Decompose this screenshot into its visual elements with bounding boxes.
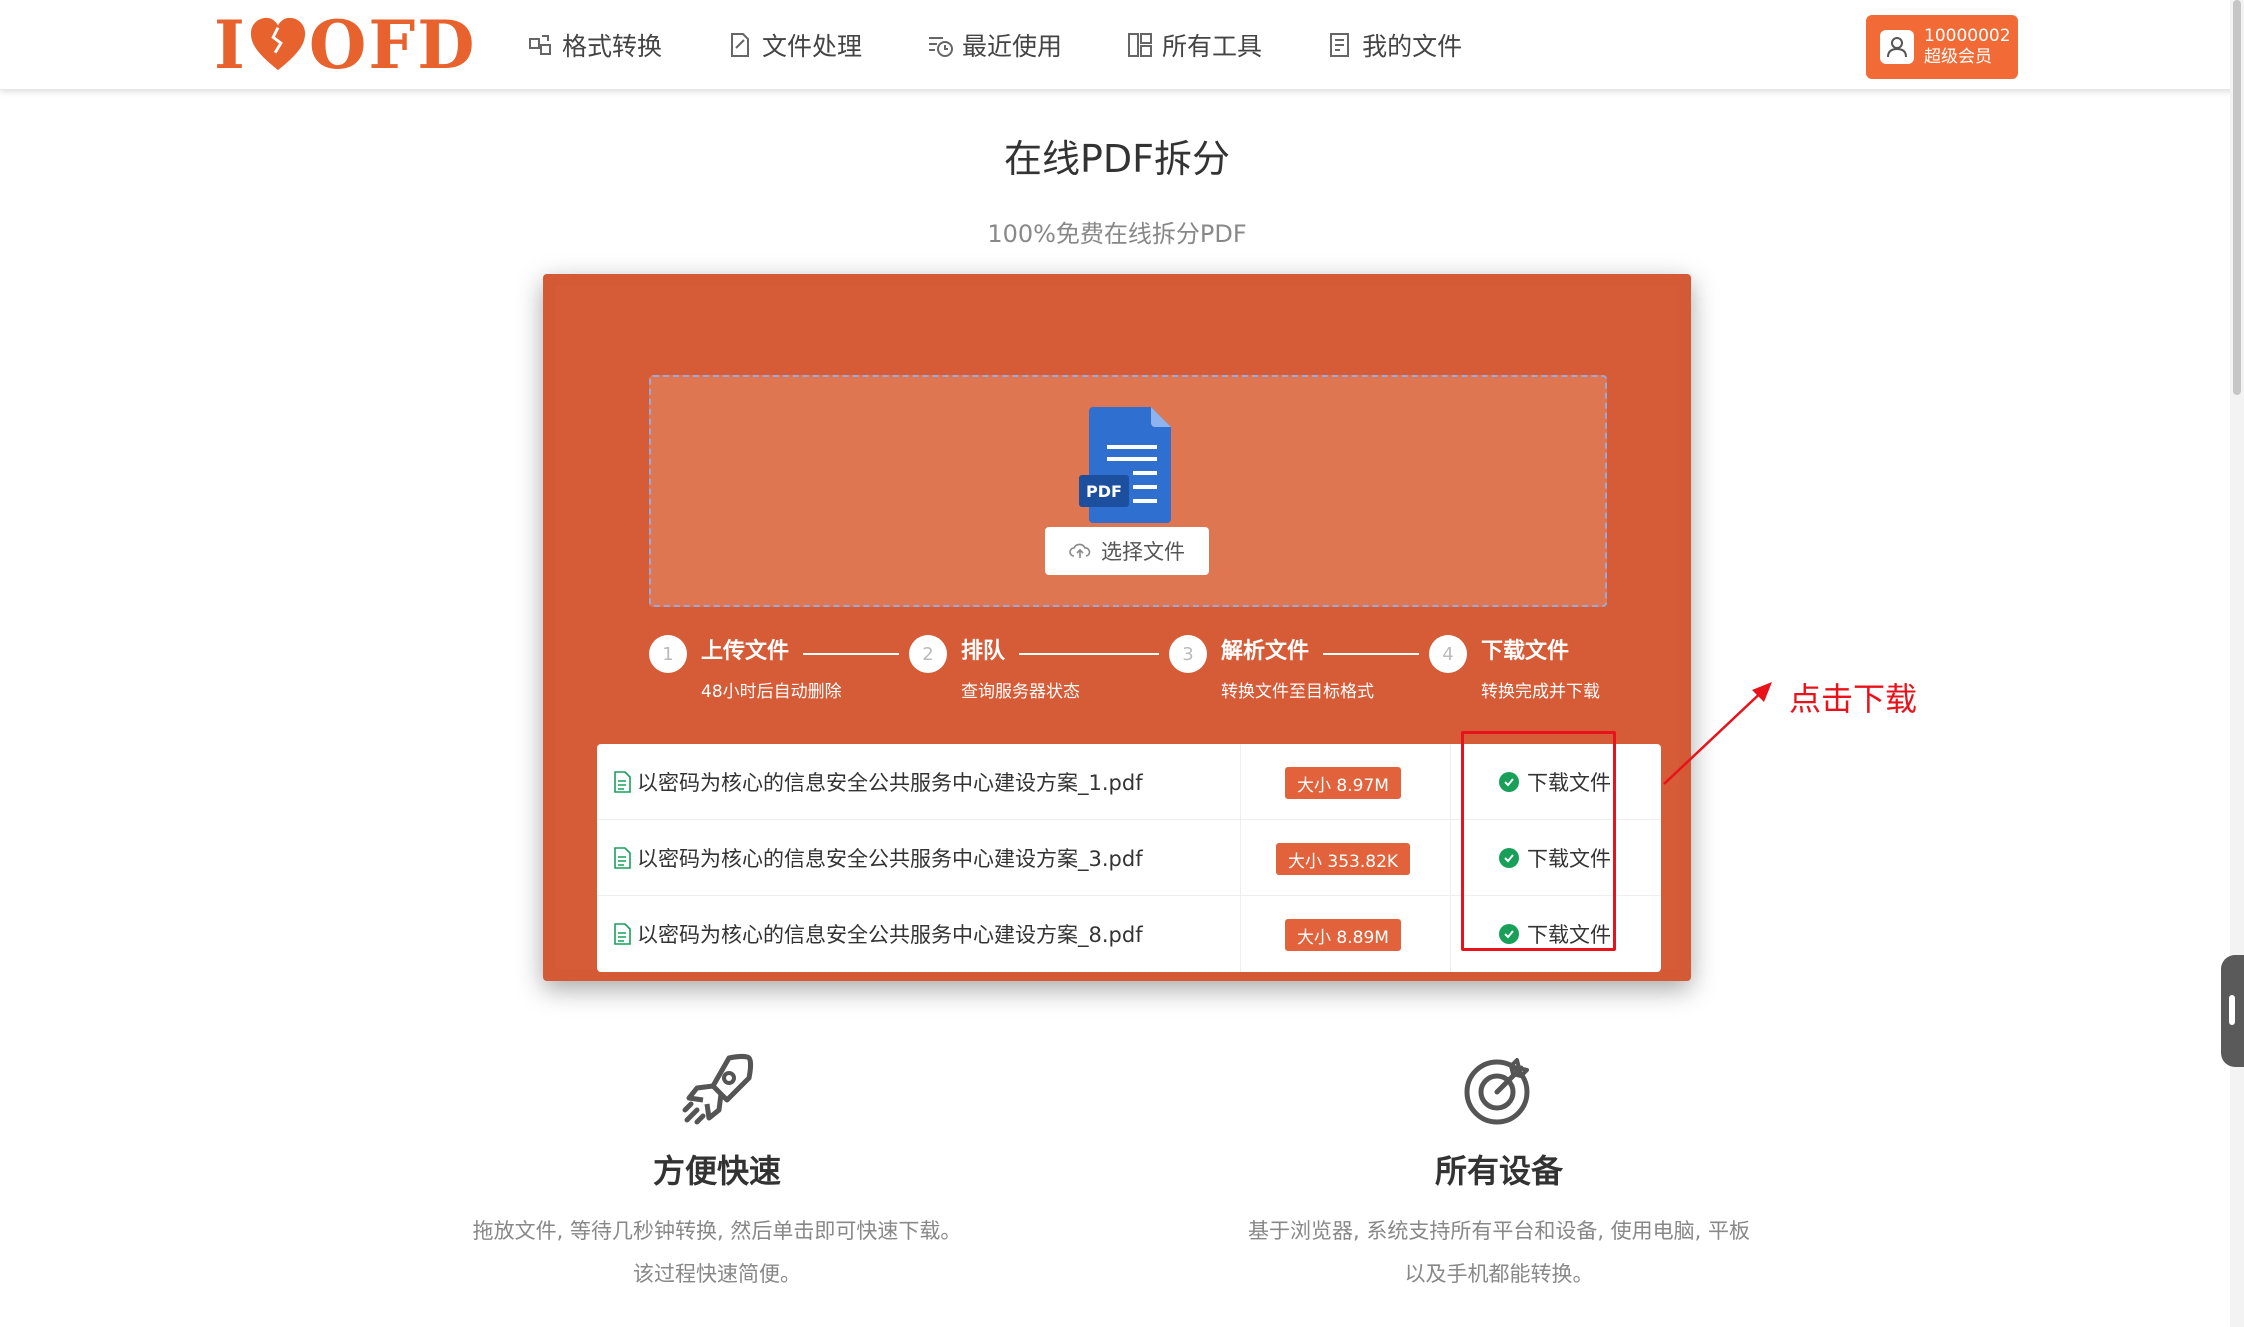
- file-size-badge: 大小 353.82K: [1276, 843, 1411, 875]
- step-title: 解析文件: [1221, 639, 1310, 664]
- step-title: 排队: [961, 639, 1006, 664]
- nav-label: 文件处理: [762, 32, 863, 61]
- step-download: 4 下载文件 转换完成并下载: [1429, 633, 1609, 713]
- file-size-badge: 大小 8.97M: [1285, 767, 1401, 799]
- nav-format-convert[interactable]: 格式转换: [526, 27, 662, 63]
- user-id: 10000002: [1924, 26, 2011, 46]
- site-logo[interactable]: I OFD: [214, 10, 476, 80]
- side-drawer-handle[interactable]: [2221, 955, 2244, 1067]
- file-edit-icon: [731, 33, 750, 57]
- rocket-icon: [682, 1054, 753, 1125]
- feature-all-devices: 所有设备 基于浏览器, 系统支持所有平台和设备, 使用电脑, 平板 以及手机都能…: [1212, 1050, 1786, 1296]
- step-connector: [803, 653, 899, 655]
- nav-all-tools[interactable]: 所有工具: [1126, 27, 1262, 63]
- nav-label: 格式转换: [562, 32, 663, 61]
- user-account-button[interactable]: 10000002 超级会员: [1866, 15, 2018, 79]
- annotation-arrow-icon: [1663, 682, 1772, 785]
- nav-label: 我的文件: [1362, 32, 1463, 61]
- main-nav: 格式转换 文件处理 最近使用 所有工具 我的文件: [526, 24, 1526, 66]
- feature-title: 所有设备: [1434, 1152, 1563, 1190]
- step-connector: [1323, 653, 1419, 655]
- annotation-text: 点击下载: [1789, 680, 1918, 718]
- feature-desc: 拖放文件, 等待几秒钟转换, 然后单击即可快速下载。 该过程快速简便。: [472, 1219, 962, 1286]
- step-number: 2: [909, 635, 947, 673]
- target-icon: [1464, 1058, 1530, 1125]
- document-icon: [614, 847, 631, 869]
- nav-my-files[interactable]: 我的文件: [1326, 27, 1462, 63]
- step-title: 上传文件: [701, 639, 790, 664]
- file-name: 以密码为核心的信息安全公共服务中心建设方案_1.pdf: [613, 744, 1143, 820]
- feature-title: 方便快速: [652, 1152, 781, 1190]
- progress-steps: 1 上传文件 48小时后自动删除 2 排队 查询服务器状态 3 解析文件 转换文…: [649, 633, 1609, 713]
- feature-fast: 方便快速 拖放文件, 等待几秒钟转换, 然后单击即可快速下载。 该过程快速简便。: [430, 1050, 1004, 1296]
- file-name: 以密码为核心的信息安全公共服务中心建设方案_3.pdf: [613, 820, 1143, 896]
- download-highlight-box: [1461, 731, 1616, 951]
- recent-icon: [929, 37, 954, 57]
- step-desc: 转换文件至目标格式: [1221, 682, 1374, 702]
- document-icon: [614, 923, 631, 945]
- page-title: 在线PDF拆分: [1003, 137, 1231, 181]
- step-desc: 48小时后自动删除: [701, 682, 842, 702]
- user-info: 10000002 超级会员: [1924, 26, 2011, 68]
- file-dropzone[interactable]: PDF 选择文件: [649, 375, 1607, 607]
- choose-file-button[interactable]: 选择文件: [1045, 527, 1209, 575]
- user-avatar-icon: [1880, 30, 1914, 64]
- file-size-badge: 大小 8.89M: [1285, 919, 1401, 951]
- page-scrollbar[interactable]: [2230, 0, 2244, 1327]
- step-title: 下载文件: [1481, 639, 1570, 664]
- step-upload: 1 上传文件 48小时后自动删除: [649, 633, 909, 713]
- user-level: 超级会员: [1924, 47, 1992, 67]
- nav-label: 最近使用: [962, 32, 1063, 61]
- top-header: I OFD 格式转换 文件处理 最近使用 所有工具 我的文件 10000002 …: [0, 0, 2244, 90]
- cloud-upload-icon: [1069, 543, 1091, 558]
- tools-icon: [1128, 33, 1153, 57]
- nav-label: 所有工具: [1162, 32, 1263, 61]
- step-number: 1: [649, 635, 687, 673]
- step-parse: 3 解析文件 转换文件至目标格式: [1169, 633, 1429, 713]
- choose-file-label: 选择文件: [1101, 540, 1185, 564]
- feature-desc: 基于浏览器, 系统支持所有平台和设备, 使用电脑, 平板 以及手机都能转换。: [1247, 1219, 1751, 1286]
- heart-logo-icon: [250, 17, 305, 71]
- step-connector: [1019, 653, 1159, 655]
- scrollbar-thumb[interactable]: [2233, 0, 2241, 395]
- step-desc: 查询服务器状态: [961, 682, 1080, 702]
- file-name: 以密码为核心的信息安全公共服务中心建设方案_8.pdf: [613, 896, 1143, 972]
- step-number: 4: [1429, 635, 1467, 673]
- step-queue: 2 排队 查询服务器状态: [909, 633, 1169, 713]
- page-subtitle: 100%免费在线拆分PDF: [987, 220, 1247, 248]
- nav-file-process[interactable]: 文件处理: [726, 27, 862, 63]
- step-desc: 转换完成并下载: [1481, 682, 1600, 702]
- nav-recent[interactable]: 最近使用: [926, 27, 1062, 63]
- convert-icon: [529, 35, 551, 55]
- step-number: 3: [1169, 635, 1207, 673]
- pdf-file-icon: PDF: [1079, 407, 1171, 523]
- svg-text:PDF: PDF: [1086, 482, 1122, 501]
- document-icon: [614, 771, 631, 793]
- my-files-icon: [1330, 33, 1350, 57]
